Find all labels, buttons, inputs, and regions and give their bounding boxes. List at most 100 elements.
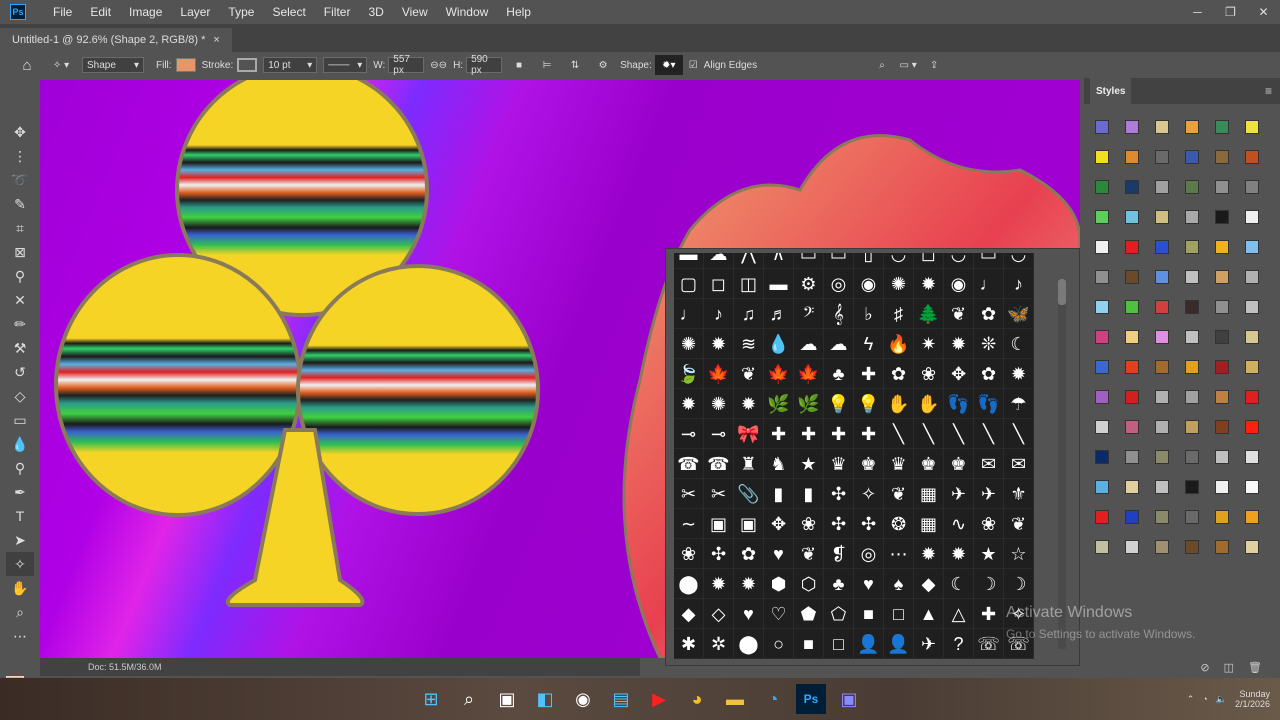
- style-swatch[interactable]: [1237, 202, 1267, 232]
- shape-preset[interactable]: 𝄢: [794, 299, 824, 329]
- shape-preset[interactable]: ○: [764, 629, 794, 659]
- shape-preset[interactable]: ■: [854, 599, 884, 629]
- style-swatch[interactable]: [1147, 172, 1177, 202]
- restore-icon[interactable]: ❐: [1214, 0, 1247, 24]
- menu-filter[interactable]: Filter: [315, 0, 360, 24]
- shape-preset[interactable]: ╲: [974, 419, 1004, 449]
- shape-preset[interactable]: ✹: [734, 389, 764, 419]
- shape-preset[interactable]: ■: [794, 629, 824, 659]
- shape-preset[interactable]: ▭: [824, 253, 854, 269]
- style-swatch[interactable]: [1207, 202, 1237, 232]
- style-swatch[interactable]: [1117, 292, 1147, 322]
- shape-preset[interactable]: 🌿: [764, 389, 794, 419]
- style-swatch[interactable]: [1207, 232, 1237, 262]
- style-swatch[interactable]: [1087, 442, 1117, 472]
- style-swatch[interactable]: [1147, 442, 1177, 472]
- edge-icon[interactable]: ◔: [758, 684, 788, 714]
- store-icon[interactable]: ▤: [606, 684, 636, 714]
- style-swatch[interactable]: [1087, 232, 1117, 262]
- style-swatch[interactable]: [1147, 502, 1177, 532]
- task-view-icon[interactable]: ▣: [492, 684, 522, 714]
- shape-picker-scrollbar[interactable]: [1058, 279, 1066, 649]
- shape-preset[interactable]: ☽: [974, 569, 1004, 599]
- shape-preset[interactable]: ♛: [824, 449, 854, 479]
- style-swatch[interactable]: [1087, 142, 1117, 172]
- shape-preset[interactable]: ☏: [1004, 629, 1034, 659]
- blur-tool-icon[interactable]: 💧: [6, 432, 34, 456]
- shape-preset[interactable]: ❂: [884, 509, 914, 539]
- shape-preset[interactable]: ♠: [884, 569, 914, 599]
- shape-preset[interactable]: 🍃: [674, 359, 704, 389]
- style-swatch[interactable]: [1177, 532, 1207, 562]
- shape-preset[interactable]: ☏: [974, 629, 1004, 659]
- shape-preset[interactable]: ⚜: [1004, 479, 1034, 509]
- shape-preset[interactable]: ♚: [944, 449, 974, 479]
- eraser-tool-icon[interactable]: ◇: [6, 384, 34, 408]
- shape-preset[interactable]: ⋯: [884, 539, 914, 569]
- quick-select-tool-icon[interactable]: ✎: [6, 192, 34, 216]
- width-field[interactable]: 557 px: [388, 54, 425, 76]
- shape-preset[interactable]: ✚: [854, 359, 884, 389]
- shape-preset[interactable]: ✹: [1004, 359, 1034, 389]
- shape-preset[interactable]: ♩: [674, 299, 704, 329]
- shape-preset[interactable]: ≋: [734, 329, 764, 359]
- style-swatch[interactable]: [1237, 232, 1267, 262]
- shape-preset[interactable]: ★: [974, 539, 1004, 569]
- shape-preset[interactable]: ▮: [794, 479, 824, 509]
- style-swatch[interactable]: [1117, 352, 1147, 382]
- shape-preset[interactable]: ✚: [854, 419, 884, 449]
- style-swatch[interactable]: [1087, 412, 1117, 442]
- shape-preset[interactable]: ✚: [764, 419, 794, 449]
- menu-edit[interactable]: Edit: [81, 0, 120, 24]
- frame-tool-icon[interactable]: ⊠: [6, 240, 34, 264]
- style-swatch[interactable]: [1117, 262, 1147, 292]
- shape-preset[interactable]: ✥: [764, 509, 794, 539]
- tool-preset-icon[interactable]: ✧ ▾: [46, 60, 76, 71]
- style-swatch[interactable]: [1207, 262, 1237, 292]
- shape-preset[interactable]: ╲: [1004, 419, 1034, 449]
- eyedropper-tool-icon[interactable]: ⚲: [6, 264, 34, 288]
- link-icon[interactable]: ⊖⊖: [430, 60, 447, 71]
- shape-preset[interactable]: ☽: [1004, 569, 1034, 599]
- scrollbar-thumb[interactable]: [1058, 279, 1066, 305]
- style-swatch[interactable]: [1177, 292, 1207, 322]
- shape-preset[interactable]: ✈: [914, 629, 944, 659]
- shape-preset[interactable]: ❦: [734, 359, 764, 389]
- style-swatch[interactable]: [1087, 532, 1117, 562]
- shape-preset[interactable]: ✧: [1004, 599, 1034, 629]
- shape-preset[interactable]: ✉: [1004, 449, 1034, 479]
- style-swatch[interactable]: [1087, 262, 1117, 292]
- home-icon[interactable]: ⌂: [14, 57, 40, 74]
- shape-preset[interactable]: ▲: [914, 599, 944, 629]
- style-swatch[interactable]: [1207, 142, 1237, 172]
- style-swatch[interactable]: [1147, 532, 1177, 562]
- crop-tool-icon[interactable]: ⌗: [6, 216, 34, 240]
- shape-preset[interactable]: ✋: [914, 389, 944, 419]
- align-edges-checkbox[interactable]: ☑: [689, 60, 698, 71]
- shape-preset[interactable]: ♥: [854, 569, 884, 599]
- shape-preset[interactable]: ♬: [764, 299, 794, 329]
- shape-preset[interactable]: ❦: [794, 539, 824, 569]
- style-swatch[interactable]: [1087, 202, 1117, 232]
- shape-preset[interactable]: ▣: [704, 509, 734, 539]
- style-swatch[interactable]: [1177, 262, 1207, 292]
- shape-preset[interactable]: ✣: [704, 539, 734, 569]
- shape-preset[interactable]: ✹: [944, 329, 974, 359]
- shape-preset[interactable]: ✺: [704, 389, 734, 419]
- mode-select[interactable]: Shape ▾: [82, 57, 144, 73]
- shape-preset[interactable]: 👤: [884, 629, 914, 659]
- minimize-icon[interactable]: ─: [1181, 0, 1214, 24]
- menu-image[interactable]: Image: [120, 0, 171, 24]
- height-field[interactable]: 590 px: [466, 54, 503, 76]
- shape-preset[interactable]: ❦: [884, 479, 914, 509]
- style-swatch[interactable]: [1117, 172, 1147, 202]
- move-tool-icon[interactable]: ✥: [6, 120, 34, 144]
- document-tab[interactable]: Untitled-1 @ 92.6% (Shape 2, RGB/8) * ×: [0, 28, 232, 52]
- shape-preset[interactable]: ▦: [914, 479, 944, 509]
- shape-preset[interactable]: ☎: [674, 449, 704, 479]
- style-swatch[interactable]: [1117, 112, 1147, 142]
- style-swatch[interactable]: [1237, 502, 1267, 532]
- hand-tool-icon[interactable]: ✋: [6, 576, 34, 600]
- style-swatch[interactable]: [1237, 322, 1267, 352]
- shape-preset[interactable]: ☁: [704, 253, 734, 269]
